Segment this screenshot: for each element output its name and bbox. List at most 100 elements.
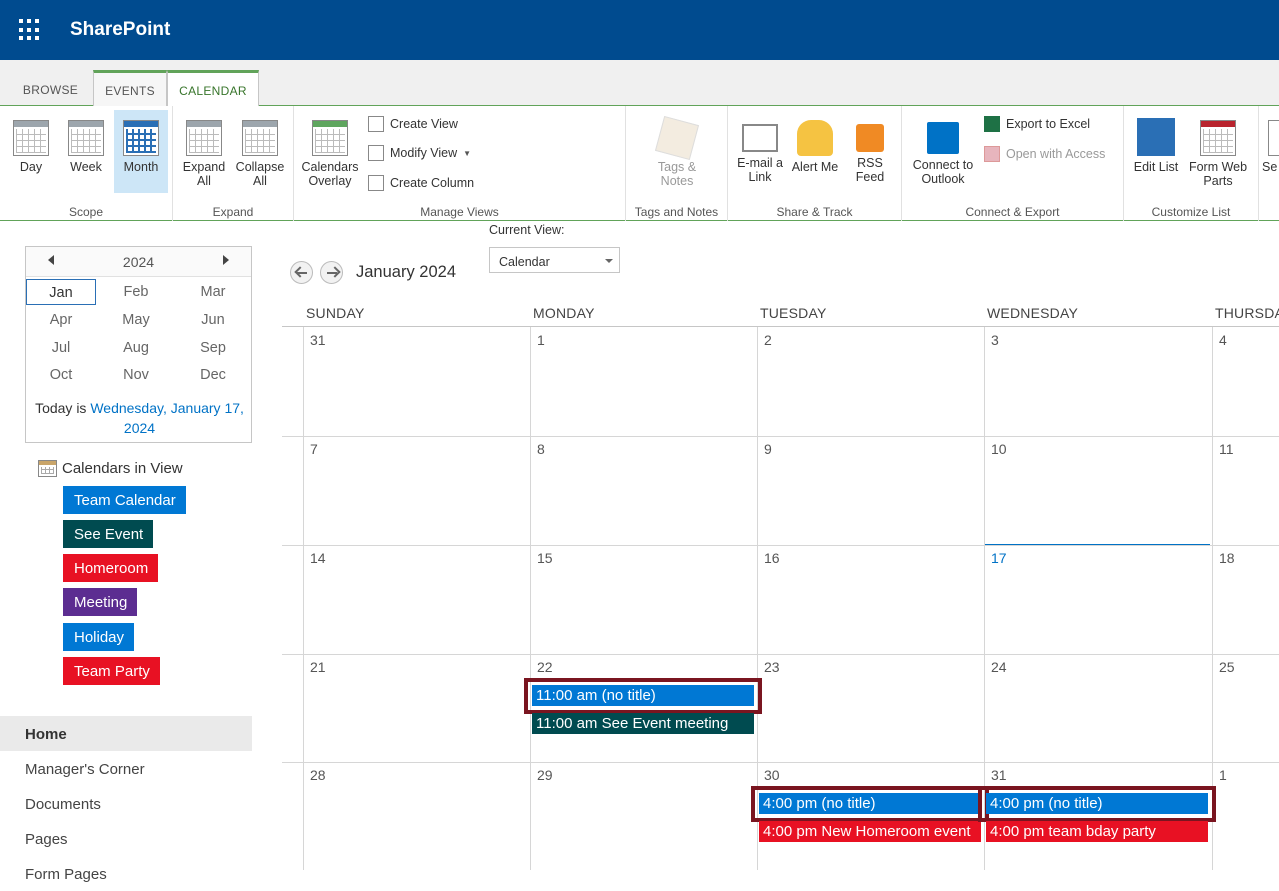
day-number[interactable]: 11: [1219, 441, 1234, 457]
day-number[interactable]: 18: [1219, 550, 1235, 566]
tags-notes-button[interactable]: Tags & Notes: [650, 114, 704, 188]
day-divider: [303, 327, 304, 870]
header-divider: [282, 326, 1279, 327]
day-number[interactable]: 14: [310, 550, 326, 566]
today-link[interactable]: Wednesday, January 17, 2024: [90, 400, 244, 436]
expand-all-button[interactable]: Expand All: [177, 114, 231, 188]
month-view-button[interactable]: Month: [114, 110, 168, 193]
legend-item-see-event[interactable]: See Event: [63, 520, 154, 548]
next-year-arrow-icon[interactable]: [223, 255, 229, 265]
day-number[interactable]: 16: [764, 550, 780, 566]
day-number[interactable]: 22: [537, 659, 553, 675]
day-number[interactable]: 10: [991, 441, 1007, 457]
customize-list-group-label: Customize List: [1151, 205, 1231, 219]
calendar-event[interactable]: 4:00 pm New Homeroom event: [759, 821, 981, 842]
day-number[interactable]: 8: [537, 441, 545, 457]
form-web-parts-label: Form Web Parts: [1188, 160, 1248, 188]
app-launcher-icon[interactable]: [19, 19, 41, 41]
day-number[interactable]: 28: [310, 767, 326, 783]
ribbon-tabs: BROWSE EVENTS CALENDAR: [0, 60, 1279, 107]
scope-group-label: Scope: [68, 205, 104, 219]
modify-view-button[interactable]: Modify View ▼: [368, 145, 471, 161]
collapse-all-button[interactable]: Collapse All: [233, 114, 287, 188]
month-mar[interactable]: Mar: [178, 279, 248, 305]
legend-item-holiday[interactable]: Holiday: [63, 623, 135, 651]
email-link-button[interactable]: E-mail a Link: [733, 114, 787, 184]
tab-browse[interactable]: BROWSE: [14, 70, 87, 106]
today-marker: [985, 544, 1210, 545]
legend-item-team-party[interactable]: Team Party: [63, 657, 160, 685]
rss-feed-button[interactable]: RSS Feed: [843, 114, 897, 184]
day-number[interactable]: 3: [991, 332, 999, 348]
nav-managers-corner[interactable]: Manager's Corner: [0, 751, 252, 786]
create-view-button[interactable]: Create View: [368, 116, 458, 132]
day-number[interactable]: 24: [991, 659, 1007, 675]
month-feb[interactable]: Feb: [101, 279, 171, 305]
collapse-all-icon: [242, 120, 278, 156]
edit-list-button[interactable]: Edit List: [1129, 114, 1183, 174]
month-oct[interactable]: Oct: [26, 362, 96, 388]
calendar-icon: [38, 460, 57, 477]
day-number[interactable]: 25: [1219, 659, 1235, 675]
day-number[interactable]: 7: [310, 441, 318, 457]
day-number-today[interactable]: 17: [991, 550, 1007, 566]
form-web-parts-button[interactable]: Form Web Parts: [1184, 114, 1252, 188]
highlight-box: [524, 678, 762, 714]
day-number[interactable]: 31: [310, 332, 326, 348]
month-jun[interactable]: Jun: [178, 307, 248, 333]
month-sep[interactable]: Sep: [178, 335, 248, 361]
day-number[interactable]: 30: [764, 767, 780, 783]
list-settings-button[interactable]: Se: [1262, 114, 1279, 174]
date-picker-year: 2024: [122, 254, 155, 270]
tab-calendar[interactable]: CALENDAR: [167, 70, 259, 107]
export-excel-button[interactable]: Export to Excel: [984, 116, 1090, 132]
nav-documents[interactable]: Documents: [0, 786, 252, 821]
month-dec[interactable]: Dec: [178, 362, 248, 388]
calendar-nav: January 2024: [290, 259, 456, 285]
nav-pages[interactable]: Pages: [0, 821, 252, 856]
day-number[interactable]: 9: [764, 441, 772, 457]
month-jul[interactable]: Jul: [26, 335, 96, 361]
alert-me-button[interactable]: Alert Me: [788, 114, 842, 174]
legend-item-meeting[interactable]: Meeting: [63, 588, 138, 616]
month-nov[interactable]: Nov: [101, 362, 171, 388]
tab-events[interactable]: EVENTS: [93, 70, 167, 106]
tags-notes-group-label: Tags and Notes: [634, 205, 719, 219]
day-number[interactable]: 1: [537, 332, 545, 348]
calendar-title: January 2024: [356, 262, 456, 281]
calendars-overlay-button[interactable]: Calendars Overlay: [300, 114, 360, 188]
create-view-icon: [368, 116, 384, 132]
day-number[interactable]: 15: [537, 550, 553, 566]
day-view-button[interactable]: Day: [4, 114, 58, 174]
previous-month-arrow-icon[interactable]: [290, 260, 313, 284]
open-access-button[interactable]: Open with Access: [984, 146, 1105, 162]
day-label: Day: [19, 160, 43, 174]
current-view-select[interactable]: Calendar: [489, 247, 620, 273]
sharepoint-brand[interactable]: SharePoint: [70, 19, 170, 41]
legend-item-team-calendar[interactable]: Team Calendar: [63, 486, 186, 514]
next-month-arrow-icon[interactable]: [320, 260, 343, 284]
month-aug[interactable]: Aug: [101, 335, 171, 361]
day-number[interactable]: 29: [537, 767, 553, 783]
week-calendar-icon: [68, 120, 104, 156]
month-may[interactable]: May: [101, 307, 171, 333]
connect-outlook-button[interactable]: Connect to Outlook: [907, 114, 979, 186]
day-number[interactable]: 4: [1219, 332, 1227, 348]
month-apr[interactable]: Apr: [26, 307, 96, 333]
day-number[interactable]: 2: [764, 332, 772, 348]
today-indicator: Today is Wednesday, January 17, 2024: [26, 398, 253, 438]
create-column-button[interactable]: Create Column: [368, 175, 474, 191]
day-number[interactable]: 23: [764, 659, 780, 675]
day-number[interactable]: 21: [310, 659, 326, 675]
modify-view-label: Modify View: [390, 146, 458, 160]
day-number[interactable]: 31: [991, 767, 1007, 783]
calendar-event[interactable]: 11:00 am See Event meeting: [532, 713, 754, 734]
nav-home[interactable]: Home: [0, 716, 252, 751]
nav-form-pages[interactable]: Form Pages: [0, 856, 252, 891]
day-number[interactable]: 1: [1219, 767, 1227, 783]
calendar-event[interactable]: 4:00 pm team bday party: [986, 821, 1208, 842]
legend-item-homeroom[interactable]: Homeroom: [63, 554, 159, 582]
month-jan[interactable]: Jan: [26, 279, 96, 305]
week-view-button[interactable]: Week: [59, 114, 113, 174]
access-icon: [984, 146, 1000, 162]
